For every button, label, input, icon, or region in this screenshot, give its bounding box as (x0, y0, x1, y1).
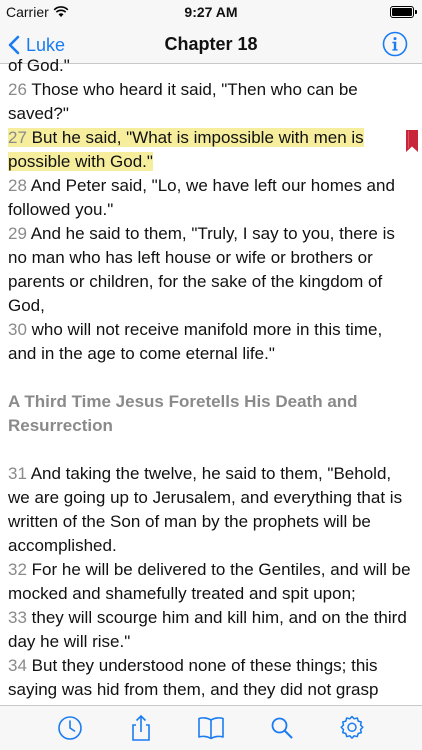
history-icon[interactable] (56, 714, 84, 742)
bookmark-icon[interactable] (406, 130, 418, 152)
verse-26[interactable]: 26 Those who heard it said, "Then who ca… (8, 78, 414, 126)
verse-number: 34 (8, 656, 27, 675)
verse-number: 31 (8, 464, 27, 483)
section-heading: A Third Time Jesus Foretells His Death a… (8, 392, 358, 435)
battery-icon (390, 6, 417, 18)
verse-text: For he will be delivered to the Gentiles… (8, 560, 411, 603)
verse-28[interactable]: 28 And Peter said, "Lo, we have left our… (8, 174, 414, 222)
verse-29[interactable]: 29 And he said to them, "Truly, I say to… (8, 222, 414, 318)
verse-text: Those who heard it said, "Then who can b… (8, 80, 358, 123)
verse-number: 29 (8, 224, 27, 243)
verse-number: 28 (8, 176, 27, 195)
verse-text: who will not receive manifold more in th… (8, 320, 383, 363)
verse-30[interactable]: 30 who will not receive manifold more in… (8, 318, 414, 366)
verse-number: 30 (8, 320, 27, 339)
verse-text: And he said to them, "Truly, I say to yo… (8, 224, 395, 315)
page-title: Chapter 18 (164, 34, 258, 54)
verse-text: But they understood none of these things… (8, 656, 379, 705)
verse-33[interactable]: 33 they will scourge him and kill him, a… (8, 606, 414, 654)
share-icon[interactable] (127, 714, 155, 742)
verse-number: 27 (8, 128, 27, 147)
verse-31[interactable]: 31 And taking the twelve, he said to the… (8, 462, 414, 558)
verse-fragment: of God." (8, 56, 70, 75)
verse-34[interactable]: 34 But they understood none of these thi… (8, 654, 414, 705)
verse-32[interactable]: 32 For he will be delivered to the Genti… (8, 558, 414, 606)
book-icon[interactable] (197, 714, 225, 742)
verse-text: But he said, "What is impossible with me… (8, 128, 364, 171)
verse-number: 32 (8, 560, 27, 579)
verse-text: And taking the twelve, he said to them, … (8, 464, 403, 555)
status-bar: Carrier 9:27 AM (0, 0, 422, 26)
bottom-toolbar (0, 705, 422, 750)
status-time: 9:27 AM (184, 4, 238, 20)
search-icon[interactable] (268, 714, 296, 742)
passage-content[interactable]: of God." 26 Those who heard it said, "Th… (0, 54, 422, 705)
verse-27[interactable]: 27 But he said, "What is impossible with… (8, 126, 418, 174)
verse-text: they will scourge him and kill him, and … (8, 608, 407, 651)
passage-text: of God." 26 Those who heard it said, "Th… (0, 54, 422, 705)
verse-number: 33 (8, 608, 27, 627)
verse-text: And Peter said, "Lo, we have left our ho… (8, 176, 395, 219)
settings-icon[interactable] (338, 714, 366, 742)
verse-number: 26 (8, 80, 27, 99)
